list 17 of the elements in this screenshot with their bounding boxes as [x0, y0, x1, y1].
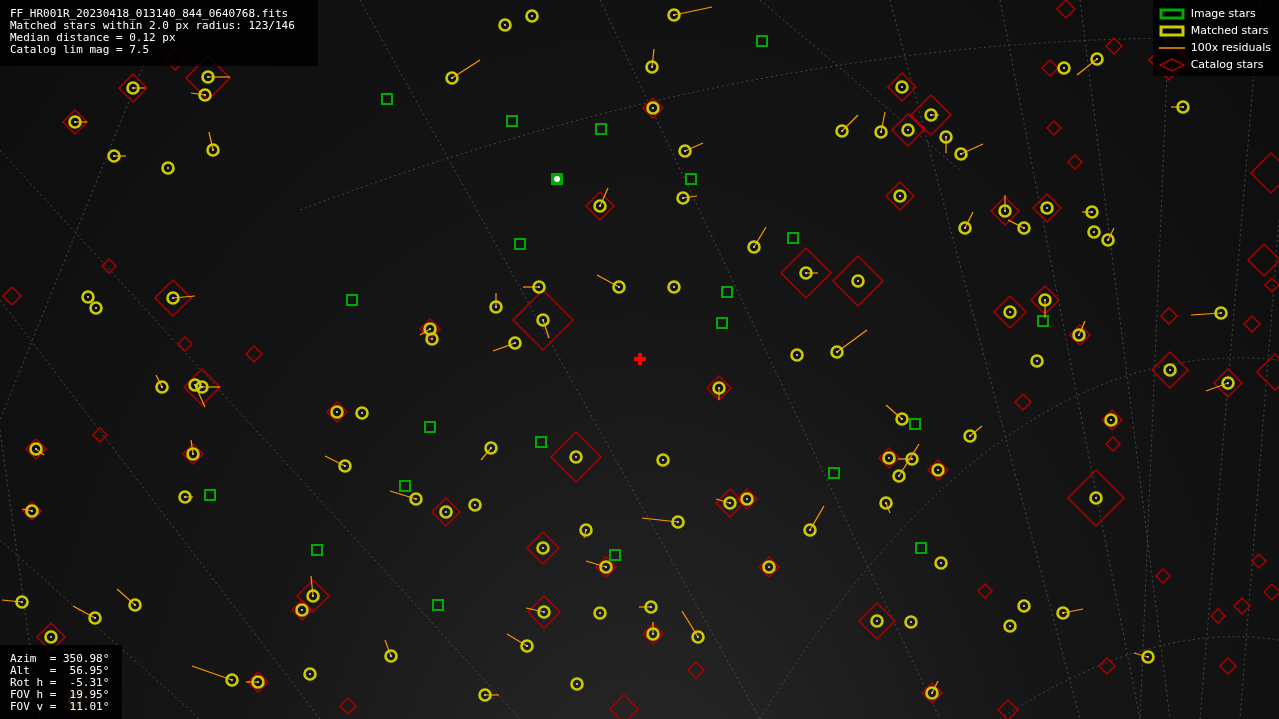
info-text: Matched stars within 2.0 px radius: 123/146: [10, 20, 296, 32]
square-icon: [1158, 24, 1185, 37]
legend-label: Image stars: [1190, 7, 1256, 20]
pointing-text: FOV h = 19.95°: [10, 689, 111, 701]
legend-label: Matched stars: [1190, 24, 1269, 37]
square-icon: [1158, 7, 1185, 20]
pointing-text: Alt = 56.95°: [10, 665, 111, 677]
line-icon: [1158, 45, 1185, 50]
info-text: Median distance = 0.12 px: [10, 32, 177, 44]
pointing-text: Azim = 350.98°: [10, 653, 111, 665]
pointing-text: FOV v = 11.01°: [10, 701, 111, 713]
pointing-text: Rot h = -5.31°: [10, 677, 111, 689]
legend-label: 100x residuals: [1190, 41, 1271, 54]
info-text: Catalog lim mag = 7.5: [10, 44, 151, 56]
diamond-icon: [1158, 57, 1185, 72]
legend-label: Catalog stars: [1190, 58, 1264, 71]
info-text: FF_HR001R_20230418_013140_844_0640768.fits: [10, 8, 290, 20]
